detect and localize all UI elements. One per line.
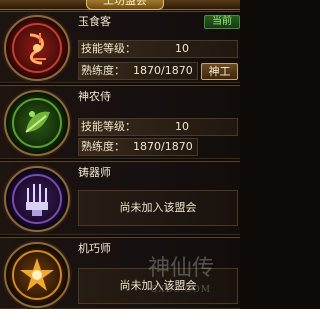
- shengong-button[interactable]: 神工: [201, 63, 238, 80]
- current-status-badge: 当前: [204, 15, 240, 29]
- site-watermark: 神仙传 SXDS.COM: [122, 254, 240, 304]
- skill-level-label: 技能等级：: [81, 120, 136, 133]
- profession-name: 神农侍: [78, 90, 111, 103]
- watermark-url: SXDS.COM: [151, 285, 211, 295]
- profession-card-cook[interactable]: 玉食客 当前 技能等级： 10 熟练度： 1870/1870 神工: [0, 11, 240, 83]
- herbalist-emblem-icon: [4, 90, 70, 156]
- not-joined-notice: 尚未加入该盟会: [78, 190, 238, 226]
- panel-header: 工坊盟会: [0, 0, 240, 10]
- proficiency-label: 熟练度：: [81, 64, 125, 77]
- proficiency-value: 1870/1870: [133, 140, 193, 153]
- proficiency-label: 熟练度：: [81, 140, 125, 153]
- cook-emblem-icon: [4, 15, 70, 81]
- proficiency-row: 熟练度： 1870/1870: [78, 62, 198, 80]
- skill-level-row: 技能等级： 10: [78, 118, 238, 136]
- watermark-text: 神仙传: [147, 256, 214, 281]
- profession-name: 玉食客: [78, 15, 111, 28]
- skill-level-value: 10: [175, 120, 189, 133]
- panel-title: 工坊盟会: [86, 0, 164, 10]
- skill-level-label: 技能等级：: [81, 42, 136, 55]
- craftsman-emblem-icon: [4, 242, 70, 308]
- proficiency-value: 1870/1870: [133, 64, 193, 77]
- profession-name: 机巧师: [78, 242, 111, 255]
- proficiency-row: 熟练度： 1870/1870: [78, 138, 198, 156]
- smith-emblem-icon: [4, 166, 70, 232]
- skill-level-value: 10: [175, 42, 189, 55]
- profession-name: 铸器师: [78, 166, 111, 179]
- profession-card-smith[interactable]: 铸器师 尚未加入该盟会: [0, 161, 240, 235]
- skill-level-row: 技能等级： 10: [78, 40, 238, 58]
- profession-card-herbalist[interactable]: 神农侍 技能等级： 10 熟练度： 1870/1870: [0, 85, 240, 159]
